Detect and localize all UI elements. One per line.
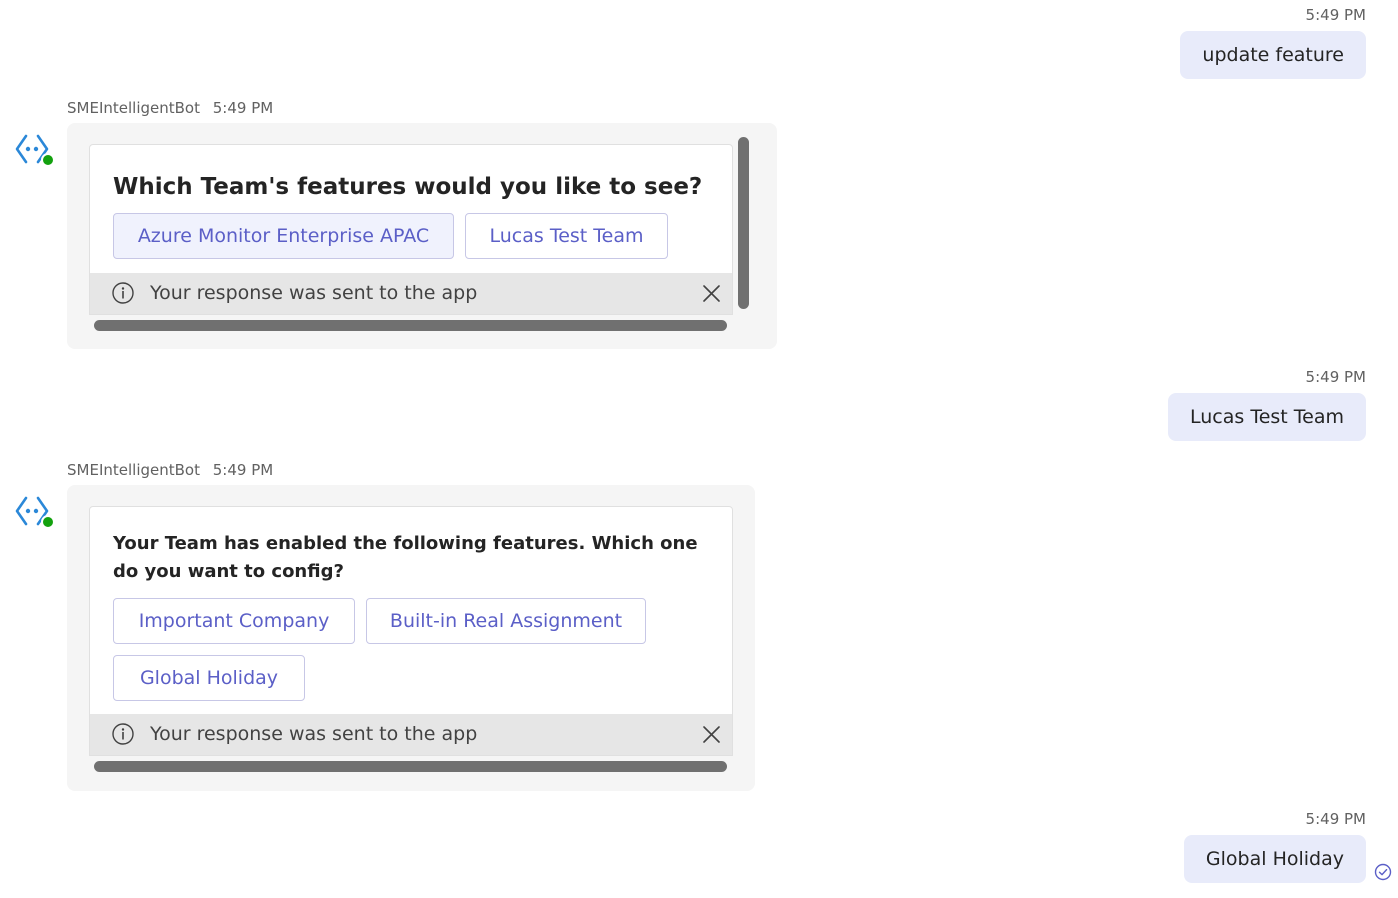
info-icon [112, 282, 134, 304]
online-status-icon [41, 515, 55, 529]
choice-button-azure-monitor-enterprise-apac[interactable]: Azure Monitor Enterprise APAC [113, 213, 454, 259]
bot-message-bubble: Your Team has enabled the following feat… [67, 485, 755, 791]
notice-text: Your response was sent to the app [150, 282, 478, 304]
bot-message-header: SMEIntelligentBot 5:49 PM [67, 461, 273, 479]
bot-avatar[interactable] [14, 133, 56, 173]
bot-avatar[interactable] [14, 495, 56, 535]
close-icon[interactable] [703, 285, 720, 302]
info-icon [112, 723, 134, 745]
bot-message-bubble: Which Team's features would you like to … [67, 123, 777, 349]
message-time: 5:49 PM [1305, 368, 1366, 386]
bot-message-time: 5:49 PM [212, 99, 274, 117]
response-notice: Your response was sent to the app [90, 273, 732, 314]
outgoing-message[interactable]: Lucas Test Team [1168, 393, 1366, 441]
bot-message-header: SMEIntelligentBot 5:49 PM [67, 99, 273, 117]
horizontal-scrollbar[interactable] [94, 320, 727, 331]
choice-button-lucas-test-team[interactable]: Lucas Test Team [465, 213, 668, 259]
response-notice: Your response was sent to the app [90, 714, 732, 755]
outgoing-message[interactable]: Global Holiday [1183, 835, 1366, 883]
horizontal-scrollbar[interactable] [94, 761, 727, 772]
choice-button-global-holiday[interactable]: Global Holiday [113, 655, 305, 701]
choice-button-built-in-real-assignment[interactable]: Built-in Real Assignment [366, 598, 646, 644]
adaptive-card: Your Team has enabled the following feat… [89, 506, 733, 756]
message-time: 5:49 PM [1305, 6, 1366, 24]
outgoing-message[interactable]: update feature [1180, 31, 1366, 79]
bot-sender-name: SMEIntelligentBot [67, 461, 200, 479]
choice-button-important-company[interactable]: Important Company [113, 598, 355, 644]
read-receipt-icon [1374, 863, 1392, 881]
online-status-icon [41, 153, 55, 167]
adaptive-card: Which Team's features would you like to … [89, 144, 733, 315]
card-title: Your Team has enabled the following feat… [113, 533, 698, 582]
bot-sender-name: SMEIntelligentBot [67, 99, 200, 117]
vertical-scrollbar[interactable] [738, 137, 749, 309]
close-icon[interactable] [703, 726, 720, 743]
message-time: 5:49 PM [1305, 810, 1366, 828]
card-title: Which Team's features would you like to … [113, 174, 703, 200]
bot-message-time: 5:49 PM [212, 461, 274, 479]
notice-text: Your response was sent to the app [150, 723, 478, 745]
